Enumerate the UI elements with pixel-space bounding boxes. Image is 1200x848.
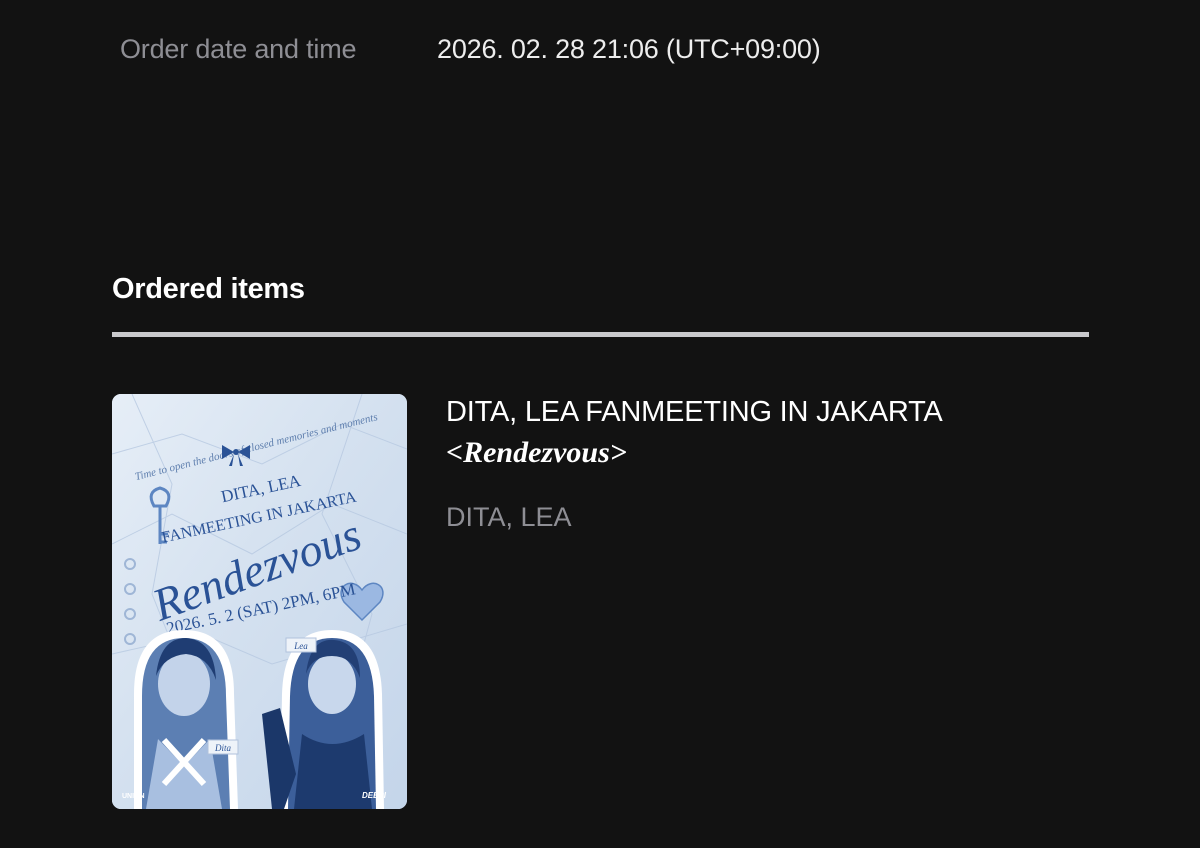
poster-name-tag-dita: Dita <box>214 743 232 753</box>
ordered-item[interactable]: Time to open the doors of closed memorie… <box>112 394 1089 810</box>
order-date-row: Order date and time 2026. 02. 28 21:06 (… <box>120 34 1100 70</box>
item-title[interactable]: DITA, LEA FANMEETING IN JAKARTA <box>446 396 943 429</box>
section-divider <box>112 332 1089 337</box>
item-subtitle[interactable]: <Rendezvous> <box>446 436 627 470</box>
order-detail-page: Order date and time 2026. 02. 28 21:06 (… <box>0 0 1200 848</box>
item-artist: DITA, LEA <box>446 502 572 532</box>
poster-logo-deepi: DEEPI <box>362 791 387 800</box>
order-date-value: 2026. 02. 28 21:06 (UTC+09:00) <box>437 34 821 64</box>
poster-name-tag-lea: Lea <box>293 641 308 651</box>
event-poster-image[interactable]: Time to open the doors of closed memorie… <box>112 394 407 809</box>
ordered-items-heading: Ordered items <box>112 273 305 305</box>
order-date-label: Order date and time <box>120 34 357 64</box>
poster-logo-union: UNION <box>122 793 145 800</box>
